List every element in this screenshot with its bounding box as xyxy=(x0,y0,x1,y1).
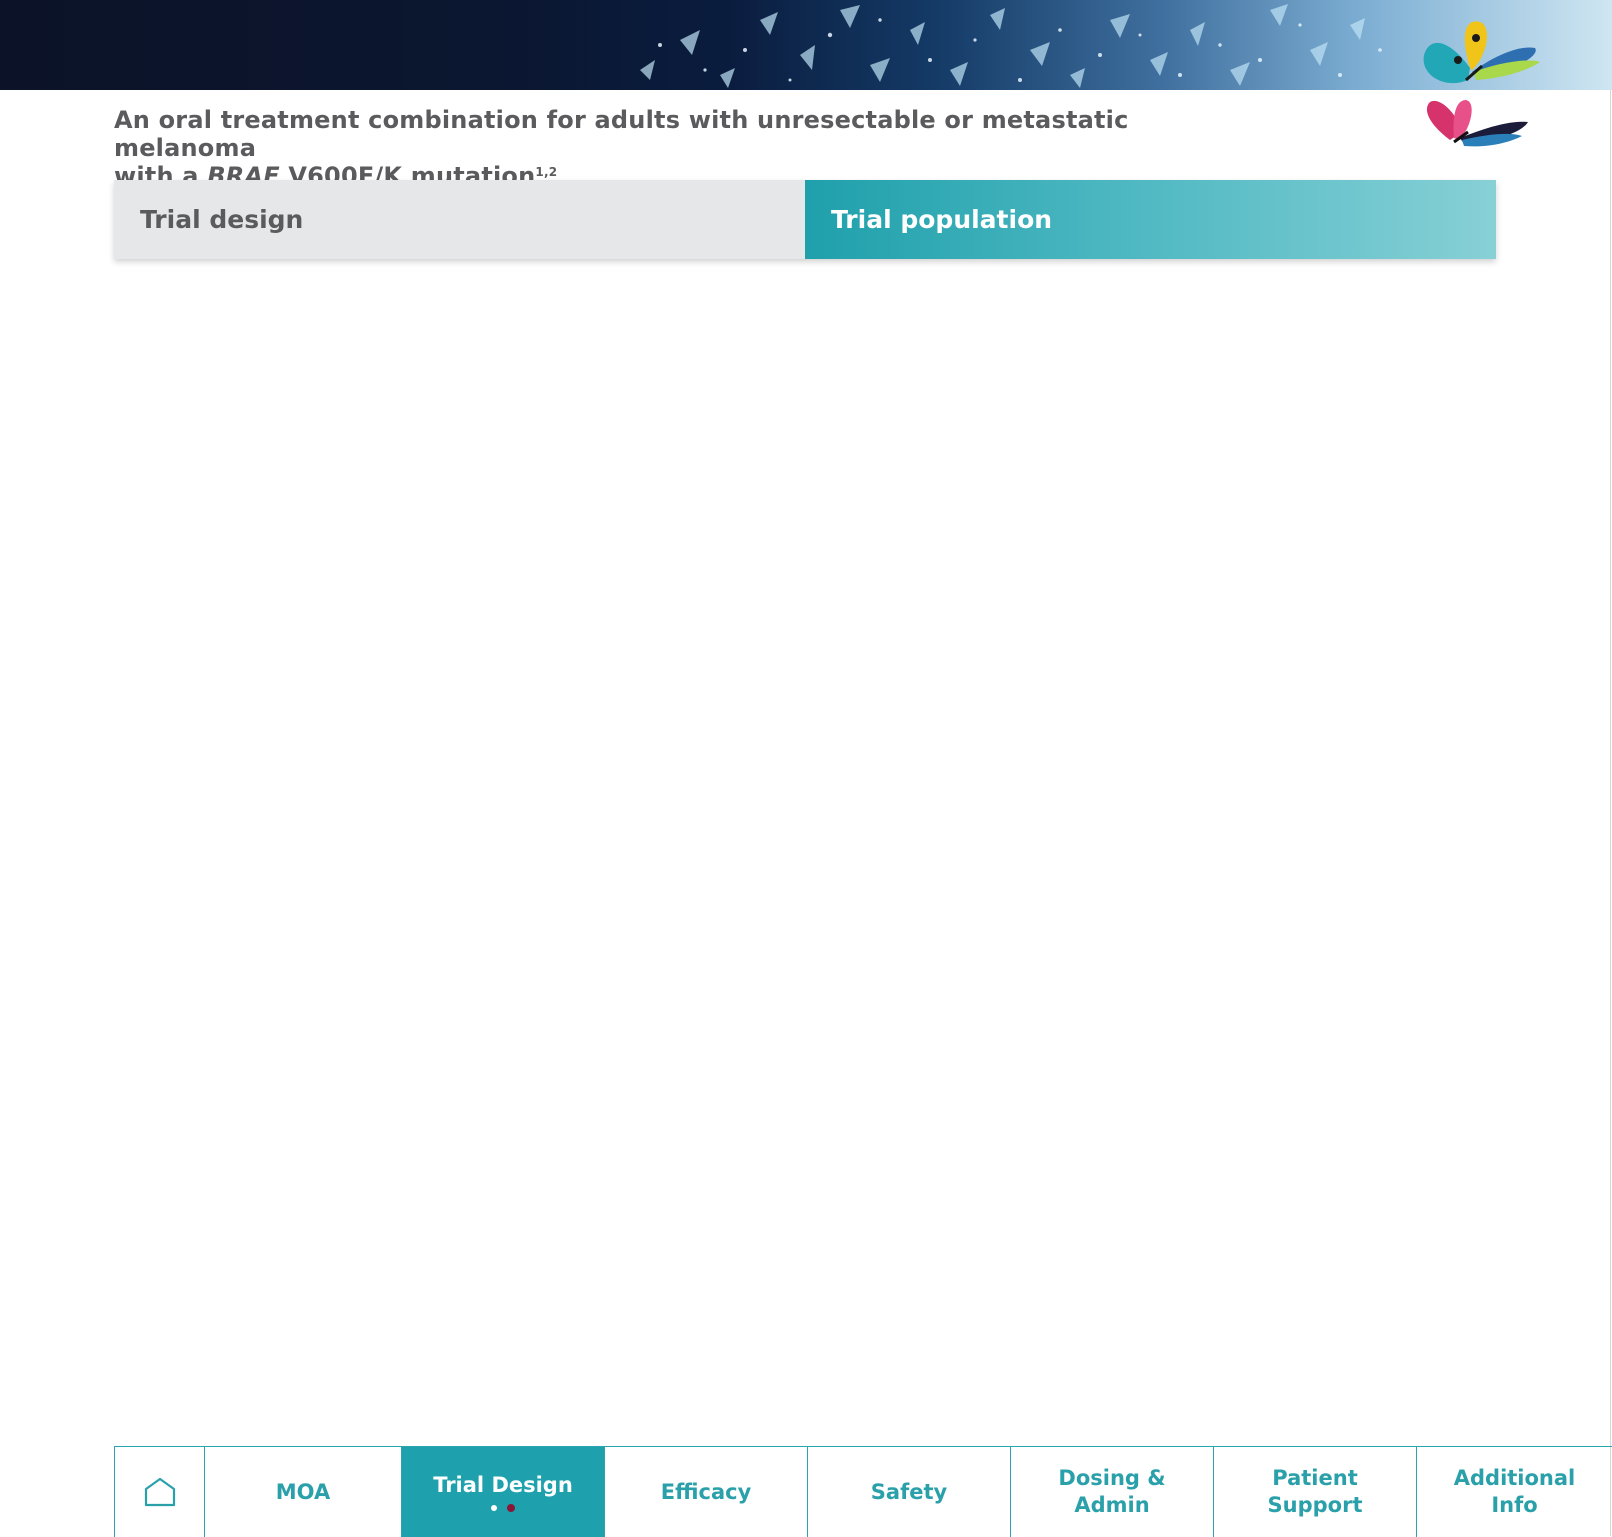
tab-trial-population[interactable]: Trial population xyxy=(805,180,1496,259)
nav-patient-support-line1: Patient xyxy=(1272,1466,1358,1490)
nav-dosing-admin[interactable]: Dosing & Admin xyxy=(1010,1447,1213,1537)
nav-safety[interactable]: Safety xyxy=(807,1447,1010,1537)
nav-trial-design[interactable]: Trial Design xyxy=(401,1447,604,1537)
nav-efficacy[interactable]: Efficacy xyxy=(604,1447,807,1537)
page-dot-2-current[interactable] xyxy=(507,1504,515,1512)
tab-trial-design[interactable]: Trial design xyxy=(114,180,805,259)
bottom-navigation: MOA Trial Design Efficacy Safety Dosing … xyxy=(114,1446,1612,1537)
nav-additional-info-line2: Info xyxy=(1491,1493,1538,1517)
nav-dosing-admin-line2: Admin xyxy=(1074,1493,1150,1517)
butterflies-graphic xyxy=(1423,21,1540,147)
nav-patient-support[interactable]: Patient Support xyxy=(1213,1447,1416,1537)
tagline-reference: 1,2 xyxy=(535,165,558,179)
nav-additional-info[interactable]: Additional Info xyxy=(1416,1447,1612,1537)
page-indicator xyxy=(491,1504,515,1512)
shattered-glass-graphic xyxy=(640,4,1382,88)
nav-moa-label: MOA xyxy=(275,1479,331,1504)
nav-efficacy-label: Efficacy xyxy=(660,1479,752,1504)
page-edge xyxy=(1610,0,1611,1536)
nav-home-button[interactable] xyxy=(114,1447,204,1537)
home-icon xyxy=(144,1477,175,1507)
page-dot-1[interactable] xyxy=(491,1505,497,1511)
tagline-line1: An oral treatment combination for adults… xyxy=(114,106,1129,162)
nav-moa[interactable]: MOA xyxy=(204,1447,401,1537)
header-banner xyxy=(0,0,1612,90)
section-tab-bar: Trial design Trial population xyxy=(114,180,1496,259)
page-tagline: An oral treatment combination for adults… xyxy=(114,106,1254,190)
nav-dosing-admin-line1: Dosing & xyxy=(1058,1466,1166,1490)
nav-safety-label: Safety xyxy=(870,1479,948,1504)
nav-trial-design-label: Trial Design xyxy=(433,1473,573,1497)
nav-additional-info-line1: Additional xyxy=(1453,1466,1576,1490)
nav-patient-support-line2: Support xyxy=(1267,1493,1363,1517)
